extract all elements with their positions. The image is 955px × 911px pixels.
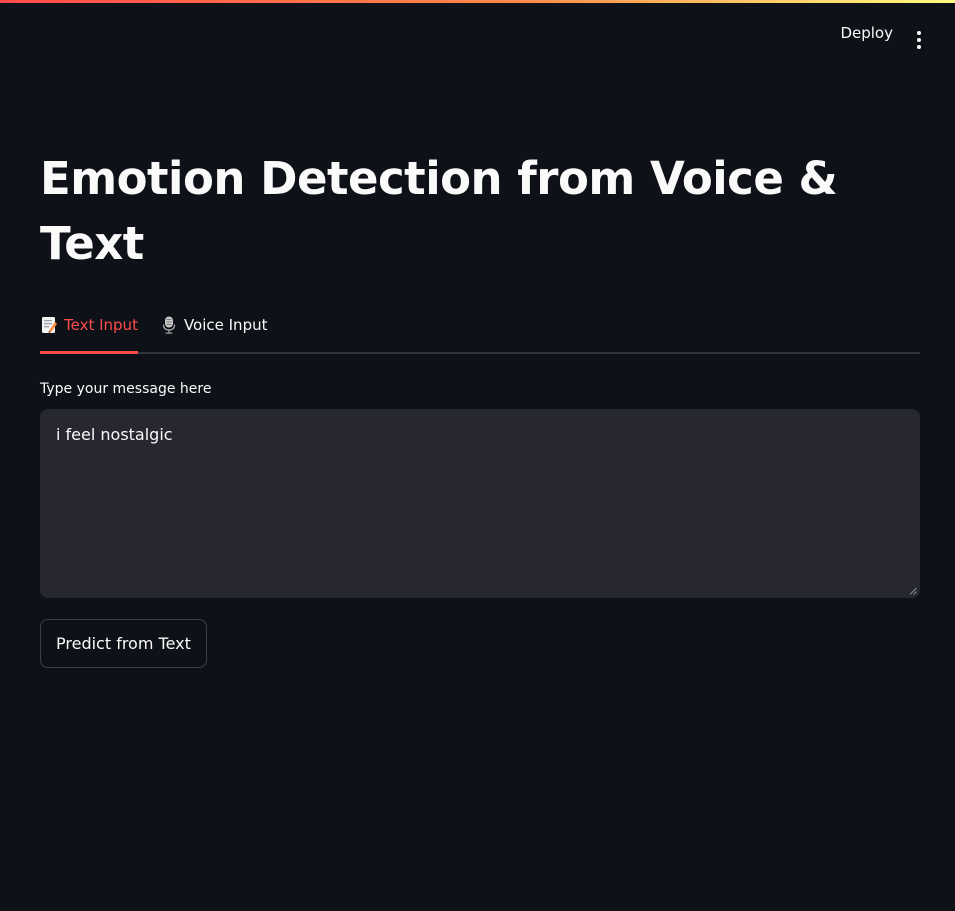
tab-label: Text Input xyxy=(64,316,138,334)
memo-icon xyxy=(40,316,58,334)
main-content: Emotion Detection from Voice & Text Text… xyxy=(40,146,920,668)
app-header: Deploy xyxy=(0,3,955,63)
tab-bar: Text Input Voice Input xyxy=(40,302,920,354)
resize-handle-icon[interactable] xyxy=(909,587,917,595)
deploy-button[interactable]: Deploy xyxy=(840,24,893,42)
page-title: Emotion Detection from Voice & Text xyxy=(40,152,838,270)
microphone-icon xyxy=(160,316,178,334)
message-value: i feel nostalgic xyxy=(56,425,173,444)
message-input-label: Type your message here xyxy=(40,381,212,397)
more-vertical-icon[interactable] xyxy=(909,31,929,49)
tab-voice-input[interactable]: Voice Input xyxy=(160,302,268,352)
tab-text-input[interactable]: Text Input xyxy=(40,302,138,354)
tab-label: Voice Input xyxy=(183,316,268,334)
message-textarea[interactable]: i feel nostalgic xyxy=(40,409,920,598)
predict-from-text-button[interactable]: Predict from Text xyxy=(40,619,207,668)
